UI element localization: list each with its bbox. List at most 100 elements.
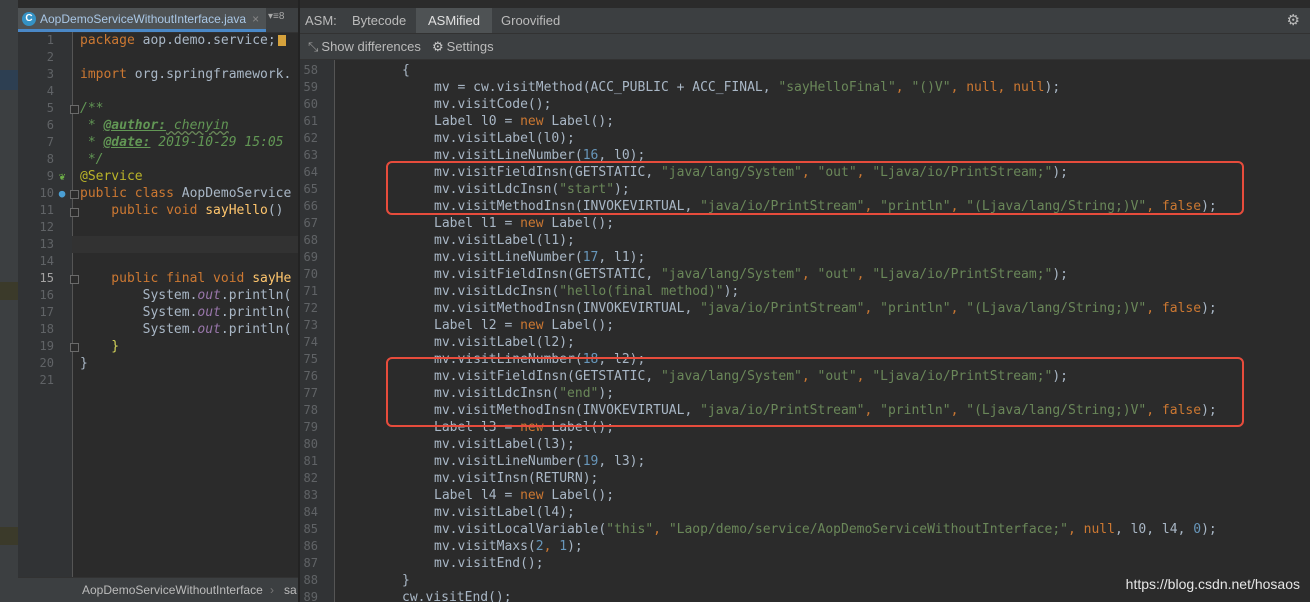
code-token: mv.visitMethodInsn(INVOKEVIRTUAL, (434, 301, 701, 316)
code-line: mv.visitLineNumber(19, l3); (434, 453, 645, 470)
code-token: @date: (103, 135, 151, 150)
code-token: "java/io/PrintStream" (700, 301, 865, 316)
line-number: 14 (39, 254, 54, 268)
spring-bean-icon[interactable]: ❦ (56, 171, 68, 183)
line-number: 76 (303, 369, 318, 383)
code-line: } (80, 356, 88, 371)
fold-icon[interactable] (70, 208, 79, 217)
line-number: 81 (303, 454, 318, 468)
settings-button[interactable]: ⚙ Settings (432, 39, 494, 55)
tool-window-strip (0, 0, 19, 602)
strip-marker (0, 70, 18, 90)
code-token: mv.visitLineNumber( (434, 454, 583, 469)
line-number: 78 (303, 403, 318, 417)
code-line: System.out.println( (80, 287, 292, 304)
line-number: 59 (303, 80, 318, 94)
code-token: , (543, 539, 560, 554)
code-token: System. (80, 288, 198, 303)
close-icon[interactable]: × (252, 12, 259, 26)
breadcrumb-method[interactable]: sa (284, 578, 297, 602)
fold-icon[interactable] (70, 190, 79, 199)
gear-icon[interactable]: ⚙ (1287, 11, 1300, 29)
line-number: 86 (303, 539, 318, 553)
line-number: 11 (39, 203, 54, 217)
file-tab[interactable]: C AopDemoServiceWithoutInterface.java × (18, 8, 266, 32)
code-token: , l3); (598, 454, 646, 469)
fold-icon[interactable] (70, 275, 79, 284)
code-line: mv.visitLabel(l4); (434, 505, 575, 520)
line-number: 19 (39, 339, 54, 353)
code-token: , (856, 267, 873, 282)
code-token: out (197, 288, 221, 303)
line-number: 6 (46, 118, 54, 132)
code-token: , (653, 522, 669, 537)
code-token: "Laop/demo/service/AopDemoServiceWithout… (668, 522, 1068, 537)
tab-asmified[interactable]: ASMified (416, 8, 493, 33)
warning-marker (277, 35, 286, 46)
line-number: 69 (303, 250, 318, 264)
code-token: null (1013, 80, 1045, 95)
code-token: org.springframework. (126, 67, 292, 82)
code-line: Label l0 = new Label(); (434, 113, 614, 130)
line-number: 17 (39, 305, 54, 319)
code-token: , l1); (598, 250, 646, 265)
settings-gear-icon: ⚙ (432, 39, 444, 54)
show-differences-button[interactable]: ⤡ Show differences (308, 39, 421, 55)
asm-code[interactable]: { mv = cw.visitMethod(ACC_PUBLIC + ACC_F… (340, 60, 1310, 602)
code-token: "println" (880, 301, 951, 316)
highlight-box (386, 161, 1244, 215)
code-token: @author: (103, 118, 167, 133)
code-line: mv = cw.visitMethod(ACC_PUBLIC + ACC_FIN… (434, 79, 1060, 96)
code-token: "()V" (911, 80, 951, 95)
tab-groovified[interactable]: Groovified (489, 8, 572, 33)
code-token: mv = cw.visitMethod(ACC_PUBLIC + ACC_FIN… (434, 80, 779, 95)
code-token: Label(); (543, 114, 615, 129)
tab-list-menu-icon[interactable]: ▾≡8 (268, 11, 284, 22)
code-token: * (80, 118, 104, 133)
code-token: * (80, 135, 104, 150)
breadcrumb-class[interactable]: AopDemoServiceWithoutInterface (82, 578, 263, 602)
asm-label: ASM: (305, 13, 337, 28)
watermark: https://blog.csdn.net/hosaos (1125, 576, 1300, 592)
line-number: 66 (303, 199, 318, 213)
code-token: package (80, 33, 135, 48)
fold-icon[interactable] (70, 105, 79, 114)
code-token: ); (1201, 301, 1217, 316)
line-number: 87 (303, 556, 318, 570)
code-token: public class (80, 186, 174, 201)
line-number: 4 (46, 84, 54, 98)
line-number: 63 (303, 148, 318, 162)
code-token: .println( (220, 322, 292, 337)
tab-bytecode[interactable]: Bytecode (340, 8, 418, 33)
code-token: , (997, 80, 1014, 95)
code-line: mv.visitFieldInsn(GETSTATIC, "java/lang/… (434, 266, 1068, 283)
breadcrumb: AopDemoServiceWithoutInterface › sa (18, 577, 298, 602)
code-token: "this" (606, 522, 654, 537)
line-number: 68 (303, 233, 318, 247)
code-token: mv.visitLdcInsn( (434, 284, 560, 299)
code-token: false (1161, 301, 1202, 316)
code-line: @Service (80, 169, 143, 184)
code-token: Label(); (543, 488, 615, 503)
code-token: new (520, 216, 544, 231)
code-line: Label l4 = new Label(); (434, 487, 614, 504)
line-number: 74 (303, 335, 318, 349)
line-number: 67 (303, 216, 318, 230)
class-gutter-icon[interactable]: ● (56, 188, 68, 200)
code-token: 17 (582, 250, 599, 265)
line-number: 70 (303, 267, 318, 281)
code-line: Label l1 = new Label(); (434, 215, 614, 232)
code-token: 2019-10-29 15:05 (150, 135, 284, 150)
line-number: 3 (46, 67, 54, 81)
code-line: public void sayHello() (80, 202, 283, 219)
asm-tab-bar: ASM: Bytecode ASMified Groovified ⚙ (300, 8, 1310, 34)
code-token: , (950, 301, 967, 316)
source-code[interactable]: package aop.demo.service; import org.spr… (80, 32, 298, 577)
editor-tab-bar: C AopDemoServiceWithoutInterface.java × … (18, 8, 298, 33)
line-number: 60 (303, 97, 318, 111)
fold-icon[interactable] (70, 343, 79, 352)
line-number: 72 (303, 301, 318, 315)
code-line: System.out.println( (80, 304, 292, 321)
code-token: new (520, 488, 544, 503)
code-token: AopDemoService (173, 186, 292, 201)
